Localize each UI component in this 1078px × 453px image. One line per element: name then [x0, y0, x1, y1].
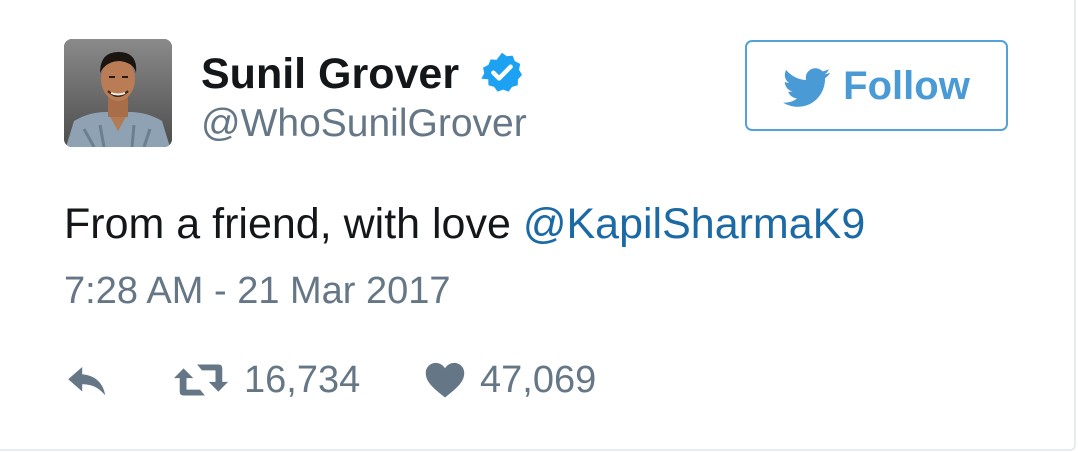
retweet-icon: [173, 364, 229, 396]
like-button[interactable]: 47,069: [424, 352, 596, 408]
tweet-actions: 16,734 47,069: [64, 352, 764, 408]
mention-link[interactable]: @KapilSharmaK9: [523, 200, 865, 248]
retweet-button[interactable]: 16,734: [172, 352, 360, 408]
like-count: 47,069: [480, 359, 597, 401]
verified-badge-icon: [481, 52, 522, 92]
author-handle[interactable]: @WhoSunilGrover: [201, 101, 527, 147]
tweet-timestamp[interactable]: 7:28 AM - 21 Mar 2017: [64, 267, 451, 315]
twitter-bird-icon: [783, 67, 831, 107]
avatar[interactable]: [64, 39, 172, 147]
avatar-photo: [64, 39, 172, 147]
follow-button-label: Follow: [843, 63, 970, 108]
follow-button[interactable]: Follow: [745, 40, 1008, 131]
retweet-count: 16,734: [244, 359, 361, 401]
heart-icon: [425, 362, 465, 398]
tweet-text-body: From a friend, with love: [64, 200, 523, 248]
tweet-card: Sunil Grover @WhoSunilGrover Follow From…: [0, 0, 1076, 451]
tweet-text: From a friend, with love @KapilSharmaK9: [64, 196, 865, 252]
reply-button[interactable]: [64, 352, 110, 408]
author-display-name[interactable]: Sunil Grover: [201, 48, 459, 100]
reply-icon: [68, 366, 106, 396]
